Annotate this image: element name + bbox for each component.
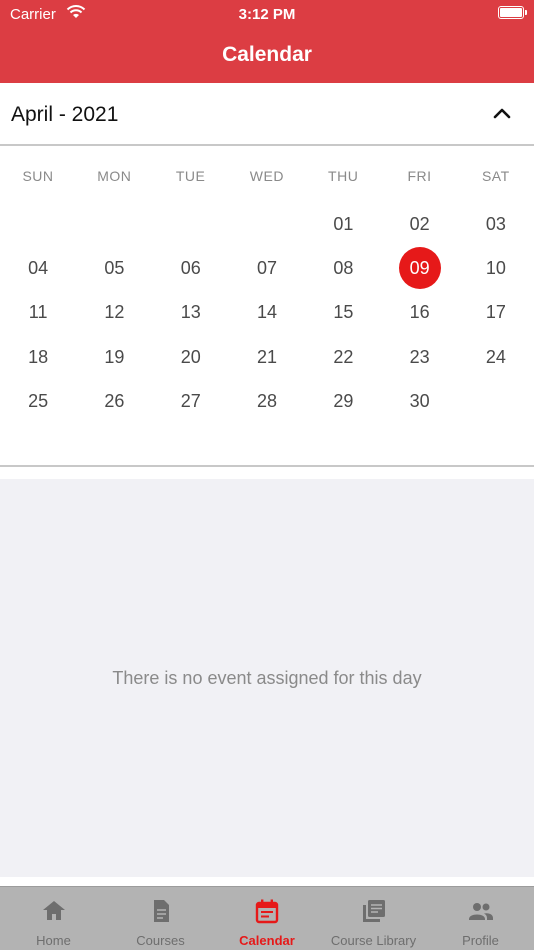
calendar-day[interactable]: 24 [475, 336, 517, 378]
calendar-day[interactable]: 21 [246, 336, 288, 378]
calendar-day[interactable]: 16 [399, 291, 441, 333]
calendar-day[interactable]: 02 [399, 203, 441, 245]
weekday-label: TUE [175, 168, 206, 184]
divider [0, 465, 534, 467]
clock: 3:12 PM [238, 6, 296, 23]
calendar-day[interactable]: 08 [322, 247, 364, 289]
tab-profile[interactable]: Profile [427, 887, 534, 951]
calendar-day[interactable]: 05 [93, 247, 135, 289]
weekday-header: SUN MON TUE WED THU FRI SAT [0, 168, 534, 192]
tab-home[interactable]: Home [0, 887, 107, 951]
calendar-day[interactable]: 25 [17, 380, 59, 422]
month-label: April - 2021 [11, 103, 119, 126]
calendar-day[interactable]: 07 [246, 247, 288, 289]
tab-label: Courses [136, 933, 185, 948]
weekday-label: MON [97, 168, 132, 184]
month-header[interactable]: April - 2021 [0, 83, 534, 146]
calendar-day[interactable]: 11 [17, 291, 59, 333]
calendar-day[interactable]: 26 [93, 380, 135, 422]
weekday-label: FRI [407, 168, 432, 184]
calendar-day[interactable]: 14 [246, 291, 288, 333]
calendar-day[interactable]: 04 [17, 247, 59, 289]
weekday-label: THU [328, 168, 359, 184]
tab-label: Home [36, 933, 71, 948]
calendar-day[interactable]: 18 [17, 336, 59, 378]
calendar-day[interactable]: 28 [246, 380, 288, 422]
calendar-day[interactable]: 01 [322, 203, 364, 245]
weekday-label: WED [249, 168, 284, 184]
calendar-day[interactable]: 19 [93, 336, 135, 378]
calendar-day[interactable]: 17 [475, 291, 517, 333]
tab-label: Course Library [330, 933, 417, 948]
empty-events-message: There is no event assigned for this day [112, 668, 422, 688]
calendar-day[interactable]: 03 [475, 203, 517, 245]
home-icon [42, 901, 65, 920]
tab-courses[interactable]: Courses [107, 887, 214, 951]
tab-label: Profile [462, 933, 499, 948]
weekday-label: SAT [481, 168, 510, 184]
calendar-day[interactable]: 15 [322, 291, 364, 333]
calendar-grid: 01 02 03 04 05 06 07 08 09 10 11 12 13 14 15 16 17 18 19 20… [0, 202, 534, 442]
tab-label: Calendar [239, 933, 295, 948]
people-icon [468, 903, 493, 920]
events-panel: There is no event assigned for this day [0, 479, 534, 877]
battery-icon [498, 6, 527, 19]
tab-course-library[interactable]: Course Library [320, 887, 427, 951]
calendar-day[interactable]: 13 [170, 291, 212, 333]
calendar-day[interactable]: 06 [170, 247, 212, 289]
calendar-day[interactable]: 30 [399, 380, 441, 422]
calendar-day[interactable]: 22 [322, 336, 364, 378]
calendar-day-selected[interactable]: 09 [398, 247, 441, 290]
calendar-day[interactable]: 20 [170, 336, 212, 378]
calendar-day[interactable]: 27 [170, 380, 212, 422]
library-icon [362, 900, 385, 922]
calendar-day[interactable]: 29 [322, 380, 364, 422]
tab-calendar[interactable]: Calendar [214, 887, 320, 951]
weekday-label: SUN [22, 168, 54, 184]
page-title: Calendar [222, 43, 312, 66]
nav-bar: Calendar [0, 30, 534, 83]
calendar-day[interactable]: 12 [93, 291, 135, 333]
calendar-icon [255, 899, 279, 924]
status-bar: Carrier 3:12 PM [0, 0, 534, 30]
calendar-day[interactable]: 23 [399, 336, 441, 378]
document-icon [153, 900, 169, 922]
calendar-day[interactable]: 10 [475, 247, 517, 289]
tab-bar: Home Courses Calendar Course Library Pro… [0, 886, 534, 950]
chevron-up-icon[interactable] [492, 105, 512, 121]
